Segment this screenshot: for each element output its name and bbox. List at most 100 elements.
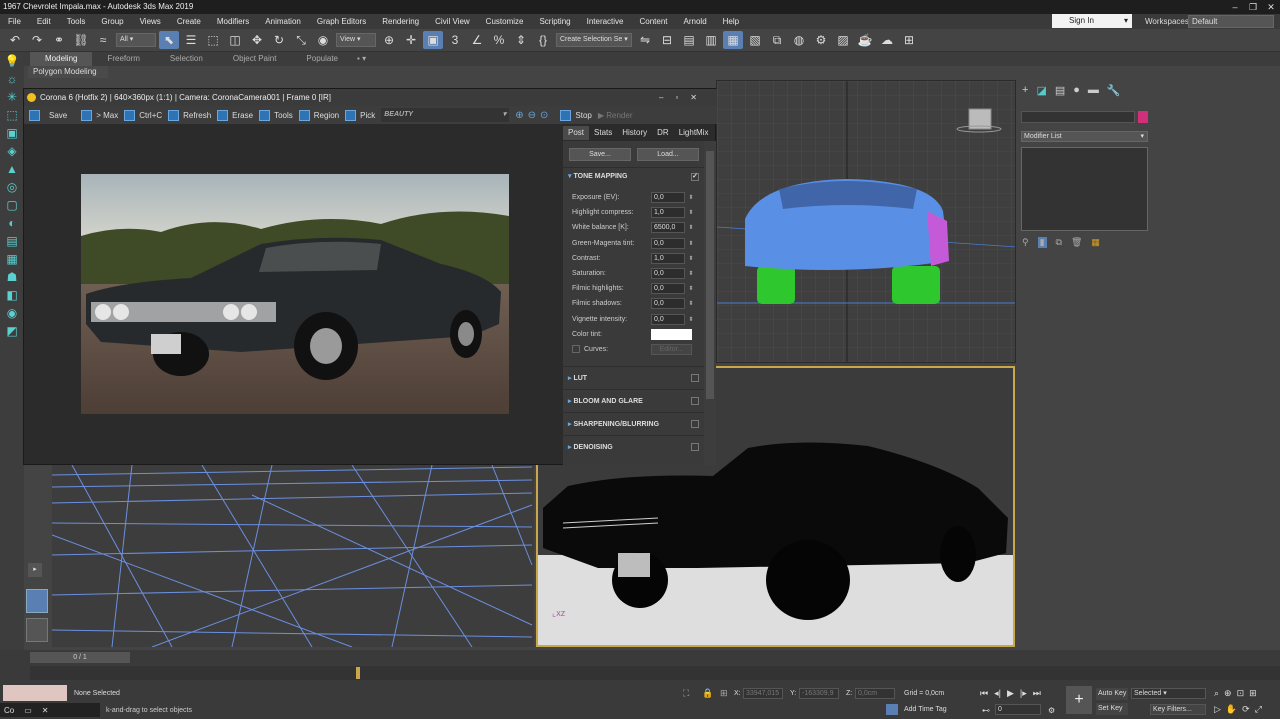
param-value[interactable]: 0,0 xyxy=(651,268,685,280)
zoom-in-icon[interactable]: ⊕ xyxy=(515,110,523,121)
param-value[interactable]: 1,0 xyxy=(651,252,685,264)
pan-icon[interactable]: ✋ xyxy=(1226,704,1237,715)
denoising-checkbox[interactable] xyxy=(691,443,699,452)
menu-scripting[interactable]: Scripting xyxy=(531,14,578,29)
redo-icon[interactable]: ↷ xyxy=(27,31,47,49)
menu-graph-editors[interactable]: Graph Editors xyxy=(309,14,374,29)
time-config-icon[interactable]: ⚙ xyxy=(1048,706,1055,715)
configure-sets-icon[interactable]: ▦ xyxy=(1091,237,1100,248)
corona-pick-button[interactable]: Pick xyxy=(345,109,375,121)
select-by-name-icon[interactable]: ☰ xyxy=(181,31,201,49)
rotate-icon[interactable]: ↻ xyxy=(269,31,289,49)
selection-filter-dropdown[interactable]: All ▾ xyxy=(116,33,156,47)
zoom-extents-all-icon[interactable]: ⊞ xyxy=(1249,688,1257,699)
ribbon-options-icon[interactable]: ▪ ▾ xyxy=(353,52,370,66)
close-icon[interactable]: ✕ xyxy=(42,706,49,715)
section-denoising[interactable]: ▸ DENOISING xyxy=(563,435,704,458)
ribbon-tab-selection[interactable]: Selection xyxy=(155,52,218,66)
menu-animation[interactable]: Animation xyxy=(257,14,309,29)
render-in-cloud-icon[interactable]: ⊞ xyxy=(899,31,919,49)
bind-space-warp-icon[interactable]: ≈ xyxy=(93,31,113,49)
menu-interactive[interactable]: Interactive xyxy=(579,14,632,29)
zoom-extents-icon[interactable]: ⊡ xyxy=(1237,688,1245,699)
place-icon[interactable]: ◉ xyxy=(313,31,333,49)
render-iterative-icon[interactable]: ☁ xyxy=(877,31,897,49)
zoom-fit-icon[interactable]: ⊙ xyxy=(540,110,548,121)
close-icon[interactable]: ✕ xyxy=(1262,0,1280,14)
lut-checkbox[interactable] xyxy=(691,374,699,383)
spinner-icon[interactable]: ⬍ xyxy=(688,300,694,307)
goto-end-icon[interactable]: ⏭ xyxy=(1033,688,1041,699)
param-value[interactable]: 1,0 xyxy=(651,207,685,219)
param-value[interactable]: 0,0 xyxy=(651,298,685,310)
z-field[interactable]: 0,0cm xyxy=(855,688,895,699)
sign-in-dropdown[interactable]: Sign In ▾ xyxy=(1052,14,1132,28)
menu-rendering[interactable]: Rendering xyxy=(374,14,427,29)
menu-tools[interactable]: Tools xyxy=(59,14,94,29)
corona-window-controls[interactable]: –▫✕ xyxy=(659,89,709,106)
spinner-icon[interactable]: ⬍ xyxy=(688,224,694,231)
field-of-view-icon[interactable]: ▷ xyxy=(1214,704,1221,715)
spinner-icon[interactable]: ⬍ xyxy=(688,316,694,323)
angle-snap-icon[interactable]: ∠ xyxy=(467,31,487,49)
corona-region-button[interactable]: Region xyxy=(298,109,339,121)
pin-stack-icon[interactable]: ⚲ xyxy=(1022,237,1029,248)
corona-to-max-button[interactable]: > Max xyxy=(81,109,118,121)
show-end-result-icon[interactable]: ▮ xyxy=(1037,237,1047,248)
utilities-tab-icon[interactable]: 🔧 xyxy=(1107,84,1121,97)
hierarchy-tab-icon[interactable]: ▤ xyxy=(1055,84,1065,97)
tab-lightmix[interactable]: LightMix xyxy=(674,126,714,140)
named-selection-set-dropdown[interactable]: Create Selection Se ▾ xyxy=(556,33,632,47)
menu-help[interactable]: Help xyxy=(715,14,747,29)
set-key-big-button[interactable]: + xyxy=(1066,686,1092,714)
tab-stats[interactable]: Stats xyxy=(589,126,617,140)
select-object-icon[interactable]: ⬉ xyxy=(159,31,179,49)
play-icon[interactable]: ▶ xyxy=(1007,688,1014,699)
menu-create[interactable]: Create xyxy=(169,14,209,29)
bucket-icon[interactable]: ◈ xyxy=(2,144,22,160)
tone-mapping-checkbox[interactable]: ✓ xyxy=(691,173,699,181)
lens-icon[interactable]: ◐ xyxy=(2,216,22,232)
spinner-snap-icon[interactable]: ⇕ xyxy=(511,31,531,49)
menu-customize[interactable]: Customize xyxy=(478,14,532,29)
curve-editor-icon[interactable]: ▧ xyxy=(745,31,765,49)
orbit-icon[interactable]: ◎ xyxy=(2,180,22,196)
toggle-scene-explorer-icon[interactable]: ▤ xyxy=(679,31,699,49)
box-icon[interactable]: ▢ xyxy=(2,198,22,214)
material-editor-icon[interactable]: ◍ xyxy=(789,31,809,49)
key-mode-icon[interactable]: ⊷ xyxy=(982,706,990,715)
corona-refresh-button[interactable]: Refresh xyxy=(168,109,211,121)
create-light-icon[interactable]: 💡 xyxy=(2,54,22,70)
lock-selection-icon[interactable]: 🔒 xyxy=(702,688,713,699)
goto-start-icon[interactable]: ⏮ xyxy=(980,688,988,699)
prev-frame-icon[interactable]: ◂| xyxy=(994,688,1001,699)
preset-save-button[interactable]: Save... xyxy=(569,147,631,161)
modifier-list-dropdown[interactable]: Modifier List ▾ xyxy=(1021,131,1148,142)
corona-stop-button[interactable]: Stop xyxy=(560,109,592,121)
layer-icon[interactable]: ▲ xyxy=(2,162,22,178)
maximize-viewport-icon[interactable]: ⤢ xyxy=(1255,704,1262,715)
menu-civil-view[interactable]: Civil View xyxy=(427,14,478,29)
time-slider[interactable]: 0 / 1 xyxy=(30,652,130,663)
sharpening-checkbox[interactable] xyxy=(691,420,699,429)
param-value[interactable]: 0,0 xyxy=(651,192,685,204)
time-marker[interactable] xyxy=(356,667,360,679)
section-sharpening[interactable]: ▸ SHARPENING/BLURRING xyxy=(563,412,704,435)
spinner-icon[interactable]: ⬍ xyxy=(688,209,694,216)
rectangular-selection-icon[interactable]: ⬚ xyxy=(203,31,223,49)
rendered-frame-window-icon[interactable]: ▨ xyxy=(833,31,853,49)
next-frame-icon[interactable]: |▸ xyxy=(1020,688,1027,699)
menu-views[interactable]: Views xyxy=(132,14,169,29)
corona-save-button[interactable]: Save xyxy=(29,109,67,121)
ribbon-layout-icon[interactable]: ▤ xyxy=(2,234,22,250)
section-bloom-glare[interactable]: ▸ BLOOM AND GLARE xyxy=(563,389,704,412)
curves-editor-button[interactable]: Editor... xyxy=(651,343,692,355)
ribbon-tab-freeform[interactable]: Freeform xyxy=(92,52,154,66)
grid-icon[interactable]: ▦ xyxy=(2,252,22,268)
param-value[interactable]: 6500,0 xyxy=(651,222,685,234)
corona-title-bar[interactable]: Corona 6 (Hotfix 2) | 640×360px (1:1) | … xyxy=(24,89,717,106)
tab-dr[interactable]: DR xyxy=(652,126,674,140)
link-icon[interactable]: ⚭ xyxy=(49,31,69,49)
scene-icon[interactable]: ◩ xyxy=(2,324,22,340)
render-setup-icon[interactable]: ⚙ xyxy=(811,31,831,49)
